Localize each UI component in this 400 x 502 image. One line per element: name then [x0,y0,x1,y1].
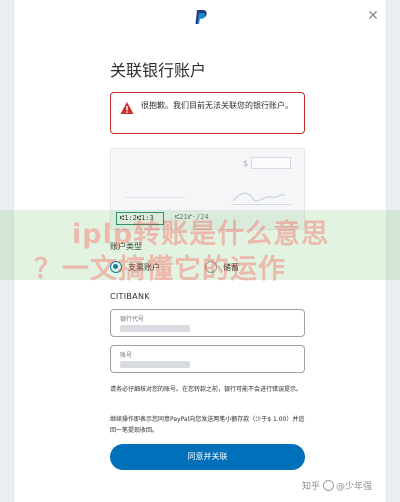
bank-name: CITIBANK [110,292,150,301]
verify-note: 请务必仔细核对您的账号。在您转款之前，银行可能不会进行错误提示。 [110,386,303,393]
paypal-logo-icon [195,10,207,24]
close-button[interactable]: ✕ [365,8,381,24]
watermark-text-line2: ？一文搞懂它的运作 [34,254,286,285]
user-avatar-icon [323,480,335,491]
error-alert: 很抱歉。我们目前无法关联您的银行账户。 [110,92,305,134]
account-number-value-blurred [120,361,190,368]
check-dollar-sign: $ [243,159,249,168]
credit-user: @少年强 [336,482,373,492]
warning-triangle-icon [120,102,134,114]
account-number-field[interactable]: 账号 [110,345,305,373]
memo-line [125,197,185,198]
routing-number-value-blurred [120,325,190,332]
error-message: 很抱歉。我们目前无法关联您的银行账户。 [141,101,293,110]
signature-icon [232,192,286,202]
routing-number-label: 银行代号 [120,316,145,323]
page-title: 关联银行账户 [110,61,207,80]
signature-line [231,204,291,205]
credit-site: 知乎 [302,482,321,492]
routing-number-field[interactable]: 银行代号 [110,309,305,337]
source-credit: 知乎 @少年强 [302,479,372,492]
watermark-text-line1: iplp转账是什么意思 [72,219,330,250]
agree-and-link-button[interactable]: 同意并关联 [110,444,305,470]
account-number-label: 账号 [120,352,133,359]
check-amount-box [251,157,291,169]
consent-note: 继续操作即表示您同意PayPal向您发送两笔小额存款（少于$ 1.00）并追回一… [110,416,305,434]
